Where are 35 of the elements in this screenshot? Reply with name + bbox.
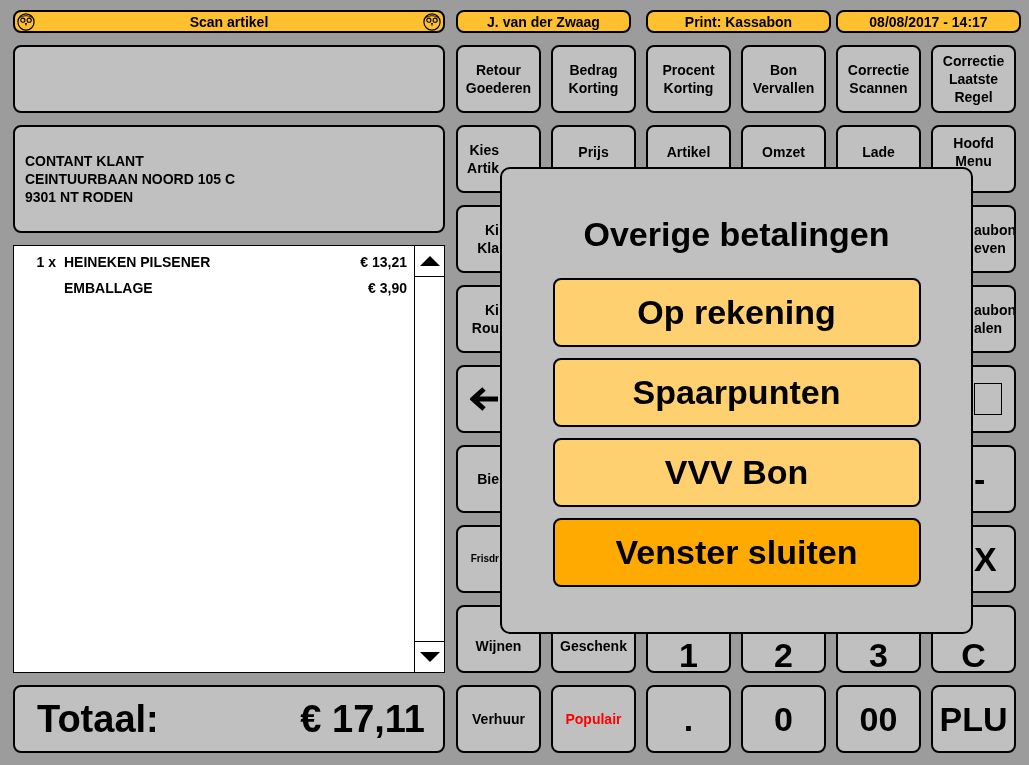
payment-option-button[interactable]: Op rekening [552,278,921,347]
item-price: € 3,90 [368,280,408,296]
header-pill: J. van der Zwaag [456,10,631,33]
key-button[interactable]: Procent Korting [646,45,731,113]
key-button[interactable]: Verhuur [456,685,541,753]
item-name: EMBALLAGE [64,280,154,296]
scrollbar[interactable] [414,246,444,672]
item-quantity: 1 x [36,254,56,270]
key-button[interactable]: Retour Goederen [456,45,541,113]
close-button[interactable]: Venster sluiten [552,518,921,587]
customer-line: CEINTUURBAAN NOORD 105 C [25,170,237,188]
key-button[interactable]: . [646,685,731,753]
header-pill: 08/08/2017 - 14:17 [836,10,1021,33]
key-button[interactable]: PLU [931,685,1016,753]
up-triangle-icon [419,256,440,266]
dialog-title: Overige betalingen [583,215,890,254]
status-title: Scan artikel [189,13,269,30]
payment-option-button[interactable]: Spaarpunten [552,358,921,427]
down-triangle-icon [419,652,440,662]
input-field[interactable] [13,45,445,113]
payment-option-button[interactable]: VVV Bon [552,438,921,507]
left-arrow-icon [470,387,500,411]
customer-line: 9301 NT RODEN [25,188,135,206]
total-label: Totaal: [37,697,159,741]
key-button[interactable]: Correctie Scannen [836,45,921,113]
key-button[interactable]: 0 [741,685,826,753]
key-button[interactable]: Bon Vervallen [741,45,826,113]
item-price: € 13,21 [360,254,408,270]
header-pill: Print: Kassabon [646,10,831,33]
customer-line: CONTANT KLANT [25,152,145,170]
total-amount: € 17,11 [300,697,425,741]
key-button[interactable]: Correctie Laatste Regel [931,45,1016,113]
key-button[interactable]: Bedrag Korting [551,45,636,113]
item-name: HEINEKEN PILSENER [64,254,212,270]
key-button[interactable]: 00 [836,685,921,753]
